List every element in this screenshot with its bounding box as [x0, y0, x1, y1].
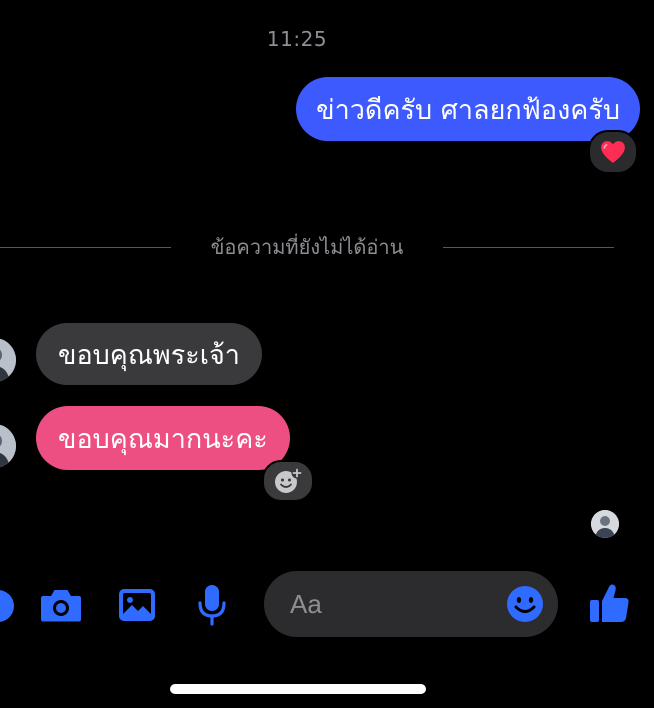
more-icon — [0, 590, 14, 622]
gallery-icon — [119, 589, 155, 621]
microphone-button[interactable] — [192, 581, 232, 629]
incoming-message-text: ขอบคุณพระเจ้า — [58, 339, 240, 371]
like-button[interactable] — [586, 580, 634, 628]
camera-icon — [41, 590, 81, 622]
unread-divider-label: ข้อความที่ยังไม่ได้อ่าน — [210, 235, 404, 259]
outgoing-message-bubble[interactable]: ข่าวดีครับ ศาลยกฟ้องครับ — [296, 77, 640, 141]
add-reaction-button[interactable] — [262, 460, 314, 502]
person-icon — [0, 424, 16, 468]
more-actions-button[interactable] — [0, 586, 18, 626]
thumbs-up-icon — [590, 584, 629, 622]
incoming-message-text: ขอบคุณมากนะคะ — [58, 423, 268, 455]
sender-avatar[interactable] — [0, 424, 16, 468]
emoji-button[interactable] — [504, 583, 546, 625]
gallery-button[interactable] — [114, 583, 160, 627]
divider-line-left — [0, 246, 171, 248]
unread-divider: ข้อความที่ยังไม่ได้อ่าน — [0, 230, 615, 264]
camera-button[interactable] — [38, 583, 84, 627]
person-icon — [591, 510, 619, 538]
microphone-icon — [198, 585, 226, 626]
incoming-message-bubble[interactable]: ขอบคุณพระเจ้า — [36, 323, 262, 385]
home-indicator[interactable] — [170, 684, 426, 694]
divider-line-right — [443, 246, 615, 248]
message-timestamp: 11:25 — [266, 27, 328, 51]
message-composer[interactable] — [264, 571, 558, 637]
read-receipt-avatar — [591, 510, 619, 538]
person-icon — [0, 338, 16, 382]
heart-reaction-badge[interactable] — [588, 130, 638, 174]
add-reaction-icon — [275, 467, 303, 493]
outgoing-message-text: ข่าวดีครับ ศาลยกฟ้องครับ — [316, 94, 620, 126]
heart-icon — [601, 141, 625, 163]
incoming-message-bubble[interactable]: ขอบคุณมากนะคะ — [36, 406, 290, 470]
sender-avatar[interactable] — [0, 338, 16, 382]
message-input[interactable] — [290, 588, 504, 620]
emoji-icon — [507, 586, 543, 622]
